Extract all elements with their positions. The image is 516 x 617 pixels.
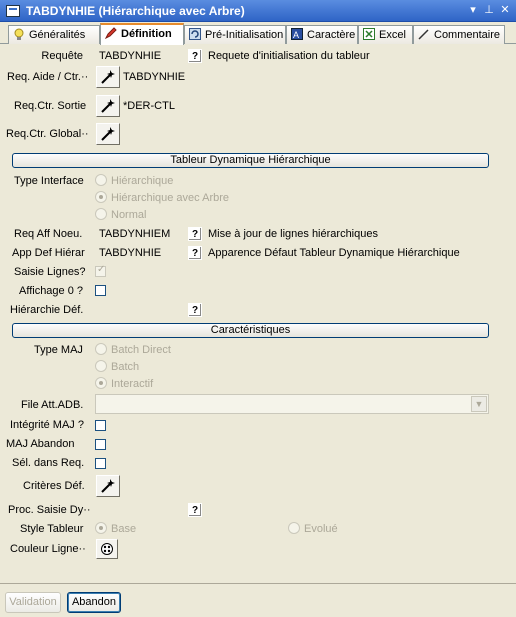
palette-icon — [101, 543, 113, 555]
abandon-button[interactable]: Abandon — [67, 592, 121, 613]
req-ctr-sortie-label: Req.Ctr. Sortie — [14, 100, 87, 112]
app-def-hierar-value[interactable]: TABDYNHIE — [99, 247, 161, 259]
affichage-0-checkbox[interactable] — [95, 285, 106, 296]
svg-text:A: A — [293, 30, 299, 40]
radio-base[interactable]: Base — [95, 522, 136, 535]
integrite-maj-label: Intégrité MAJ ? — [10, 419, 84, 431]
couleur-ligne-button[interactable] — [96, 539, 118, 559]
window-title: TABDYNHIE (Hiérarchique avec Arbre) — [26, 4, 245, 18]
saisie-lignes-label: Saisie Lignes? — [14, 266, 86, 278]
req-ctr-global-button[interactable] — [96, 123, 120, 145]
requete-value[interactable]: TABDYNHIE — [99, 50, 161, 62]
app-def-hierar-label: App Def Hiérar — [12, 247, 85, 259]
wand-icon — [101, 70, 115, 84]
radio-dot — [95, 208, 107, 220]
req-ctr-global-label: Req.Ctr. Global·· — [6, 128, 89, 140]
close-icon[interactable]: ✕ — [498, 3, 512, 17]
pencil-icon — [104, 27, 117, 40]
proc-saisie-help-button[interactable]: ? — [188, 503, 202, 517]
sel-dans-req-label: Sél. dans Req. — [12, 457, 85, 469]
section-caracteristiques-button[interactable]: Caractéristiques — [12, 323, 489, 338]
affichage-0-label: Affichage 0 ? — [19, 285, 84, 297]
dropdown-icon[interactable]: ▾ — [466, 3, 480, 17]
validation-button[interactable]: Validation — [5, 592, 61, 613]
wand-icon — [101, 127, 115, 141]
type-interface-label: Type Interface — [14, 175, 84, 187]
criteres-def-label: Critères Déf. — [23, 480, 85, 492]
requete-label: Requête — [41, 50, 83, 62]
title-bar: TABDYNHIE (Hiérarchique avec Arbre) ▾ ⊥ … — [0, 0, 516, 22]
tab-bar: Généralités Définition Pré-Initialisatio… — [0, 22, 516, 45]
type-maj-label: Type MAJ — [34, 344, 83, 356]
radio-dot — [288, 522, 300, 534]
tab-commentaire[interactable]: Commentaire — [413, 25, 505, 44]
req-aide-label: Req. Aide / Ctr.·· — [7, 71, 89, 83]
radio-normal[interactable]: Normal — [95, 208, 146, 221]
radio-hierarchique[interactable]: Hiérarchique — [95, 174, 173, 187]
radio-batch-direct[interactable]: Batch Direct — [95, 343, 171, 356]
tab-caractere[interactable]: A Caractère — [286, 25, 358, 44]
req-aide-button[interactable] — [96, 66, 120, 88]
proc-saisie-label: Proc. Saisie Dy·· — [8, 504, 91, 516]
pen-icon — [418, 28, 430, 40]
radio-dot — [95, 522, 107, 534]
tab-generalites[interactable]: Généralités — [8, 25, 100, 44]
wand-icon — [101, 479, 115, 493]
app-def-hierar-desc: Apparence Défaut Tableur Dynamique Hiéra… — [208, 247, 460, 259]
app-def-hierar-help-button[interactable]: ? — [188, 246, 202, 260]
req-aff-noeu-label: Req Aff Noeu. — [14, 228, 83, 240]
radio-dot — [95, 377, 107, 389]
tab-definition[interactable]: Définition — [100, 23, 184, 45]
radio-dot — [95, 343, 107, 355]
radio-dot — [95, 360, 107, 372]
radio-hierarchique-arbre[interactable]: Hiérarchique avec Arbre — [95, 191, 229, 204]
criteres-def-button[interactable] — [96, 475, 120, 497]
req-aide-value: TABDYNHIE — [123, 71, 186, 83]
file-att-adb-label: File Att.ADB. — [21, 399, 84, 411]
pin-icon[interactable]: ⊥ — [482, 3, 496, 17]
radio-batch[interactable]: Batch — [95, 360, 139, 373]
requete-desc: Requete d'initialisation du tableur — [208, 50, 370, 62]
chevron-down-icon[interactable]: ▼ — [471, 396, 487, 412]
window-icon — [6, 5, 20, 17]
radio-interactif[interactable]: Interactif — [95, 377, 153, 390]
tab-pre-initialisation[interactable]: Pré-Initialisation — [184, 25, 286, 44]
radio-dot — [95, 191, 107, 203]
req-ctr-sortie-value: *DER-CTL — [123, 100, 175, 112]
saisie-lignes-checkbox[interactable] — [95, 264, 106, 277]
req-ctr-sortie-button[interactable] — [96, 95, 120, 117]
sel-dans-req-checkbox[interactable] — [95, 458, 106, 469]
req-aff-noeu-desc: Mise à jour de lignes hiérarchiques — [208, 228, 378, 240]
definition-panel: Requête TABDYNHIE ? Requete d'initialisa… — [0, 44, 516, 583]
maj-abandon-checkbox[interactable] — [95, 439, 106, 450]
couleur-ligne-label: Couleur Ligne·· — [10, 543, 86, 555]
refresh-icon — [189, 28, 201, 40]
wand-icon — [101, 99, 115, 113]
tab-excel[interactable]: Excel — [358, 25, 413, 44]
file-att-adb-select[interactable]: ▼ — [95, 394, 489, 414]
font-icon: A — [291, 28, 303, 40]
radio-evolue[interactable]: Evolué — [288, 522, 338, 535]
req-aff-noeu-help-button[interactable]: ? — [188, 227, 202, 241]
requete-help-button[interactable]: ? — [188, 49, 202, 63]
integrite-maj-checkbox[interactable] — [95, 420, 106, 431]
hierarchie-def-help-button[interactable]: ? — [188, 303, 202, 317]
section-tableur-dynamique-button[interactable]: Tableur Dynamique Hiérarchique — [12, 153, 489, 168]
req-aff-noeu-value[interactable]: TABDYNHIEM — [99, 228, 170, 240]
bottom-bar: Validation Abandon — [0, 583, 516, 617]
hierarchie-def-label: Hiérarchie Déf. — [10, 304, 84, 316]
bulb-icon — [13, 28, 25, 40]
excel-icon — [363, 28, 375, 40]
radio-dot — [95, 174, 107, 186]
maj-abandon-label: MAJ Abandon — [6, 438, 75, 450]
style-tableur-label: Style Tableur — [20, 523, 84, 535]
